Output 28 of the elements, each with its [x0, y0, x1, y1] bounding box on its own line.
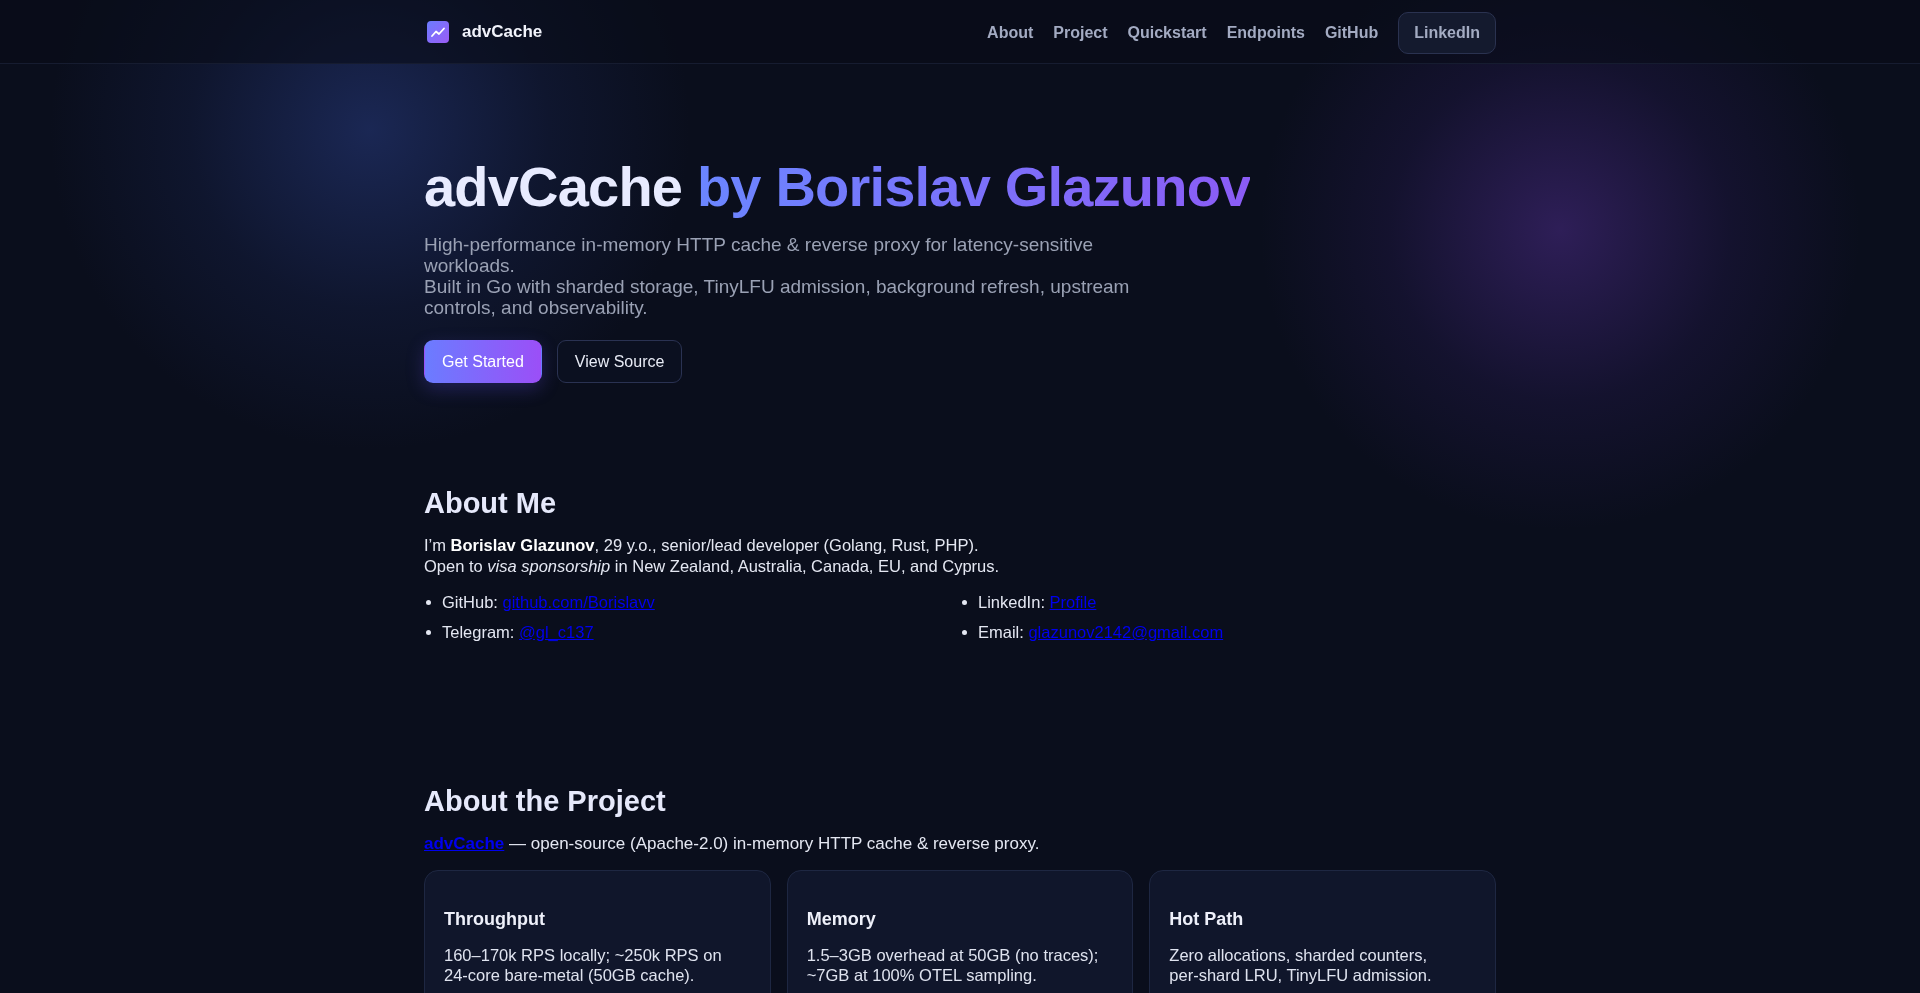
card-title: Hot Path [1169, 908, 1245, 930]
contact-text: Email: glazunov2142@gmail.com [978, 622, 1224, 642]
bullet-icon [962, 629, 967, 635]
nav-link[interactable]: Quickstart [1127, 23, 1207, 42]
hero-lead: High-performance in-memory HTTP cache & reverse proxy for latency-sensitive workloads. Built in Go with sharded storage, TinyLFU admission, background refresh, upstream controls, and observability. [424, 234, 1131, 318]
outline-button[interactable]: View Source [556, 340, 683, 383]
nav-link[interactable]: About [987, 23, 1034, 42]
about-text: I’m Borislav Glazunov, 29 y.o., senior/lead developer (Golang, Rust, PHP). Open to visa sponsorship in New Zealand, Australia, Canada, EU, and Cyprus. [424, 535, 1001, 577]
contact-text: Telegram: @gl_c137 [442, 622, 594, 642]
primary-button[interactable]: Get Started [424, 340, 542, 383]
nav-button[interactable]: LinkedIn [1398, 11, 1496, 54]
nav-link[interactable]: GitHub [1324, 23, 1379, 42]
section-heading: About the Project [424, 784, 667, 818]
project-intro: advCache — open-source (Apache-2.0) in-memory HTTP cache & reverse proxy. [424, 833, 1041, 854]
card-text: 1.5–3GB overhead at 50GB (no traces); ~7GB at 100% OTEL sampling. [806, 945, 1100, 985]
contact-text: GitHub: github.com/Borislavv [442, 592, 655, 612]
bullet-icon [426, 629, 431, 635]
nav-link[interactable]: Endpoints [1226, 23, 1305, 42]
brand-name[interactable]: advCache [462, 21, 543, 42]
contact-text: LinkedIn: Profile [978, 592, 1097, 612]
section-heading: About Me [424, 486, 558, 520]
card-text: Zero allocations, sharded counters, per-shard LRU, TinyLFU admission. [1169, 945, 1433, 985]
card-text: 160–170k RPS locally; ~250k RPS on 24-core bare-metal (50GB cache). [444, 945, 723, 985]
bullet-icon [426, 599, 431, 605]
card-title: Throughput [444, 908, 546, 930]
nav-link[interactable]: Project [1053, 23, 1108, 42]
bullet-icon [962, 599, 967, 605]
card-title: Memory [806, 908, 877, 930]
